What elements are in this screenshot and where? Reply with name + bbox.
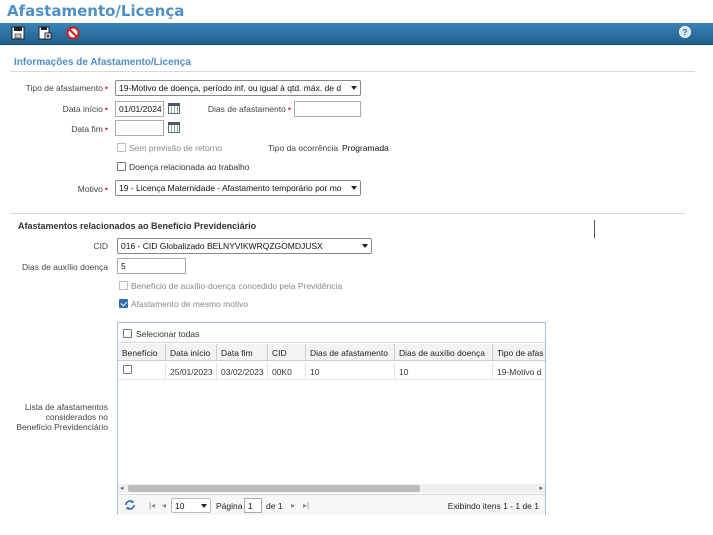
motivo-label: Motivo • (77, 184, 108, 194)
column-header[interactable]: Dias de afastamento (306, 344, 395, 361)
doenca-relacionada-checkbox[interactable] (117, 162, 126, 171)
table-cell: 10 (395, 362, 493, 380)
scroll-right-icon[interactable]: ▸ (539, 484, 543, 492)
table-cell: 03/02/2023 (217, 362, 268, 380)
data-inicio-label: Data início • (62, 104, 108, 114)
dias-auxilio-label: Dias de auxílio doença (21, 262, 108, 272)
chevron-down-icon (351, 186, 357, 190)
section-title-beneficio: Afastamentos relacionados ao Benefício P… (18, 221, 257, 231)
chevron-down-icon (201, 504, 207, 508)
column-header[interactable]: Benefício (118, 344, 166, 361)
horizontal-scrollbar[interactable]: ◂ ▸ (118, 484, 545, 493)
cid-select[interactable]: 016 - CID Globalizado BELNYVIKWRQZGOMDJU… (117, 238, 372, 254)
mesmo-motivo-checkbox[interactable] (119, 299, 128, 308)
grid-header: Benefício Data início Data fim CID Dias … (118, 344, 545, 361)
column-header[interactable]: Tipo de afas (493, 344, 545, 361)
dias-afastamento-input[interactable] (294, 101, 361, 117)
select-all-label: Selecionar todas (136, 329, 200, 339)
table-cell: 00K0 (268, 362, 306, 380)
page-title: Afastamento/Licença (7, 2, 185, 20)
save-as-icon[interactable] (38, 26, 54, 42)
column-header[interactable]: Dias de auxílio doença (395, 344, 493, 361)
table-cell: 19-Motivo d (497, 367, 542, 377)
page-label: Página (216, 501, 243, 511)
grid-toolbar: Selecionar todas (118, 323, 545, 343)
table-cell: 10 (306, 362, 395, 380)
sem-previsao-checkbox[interactable] (117, 143, 126, 152)
select-all-checkbox[interactable] (123, 329, 132, 338)
column-header[interactable]: Data início (166, 344, 217, 361)
last-page-icon[interactable]: ▸| (303, 501, 309, 510)
divider-vertical (594, 220, 595, 238)
table-row[interactable]: 25/01/2023 03/02/2023 00K0 10 10 19-Moti… (118, 362, 545, 380)
pager-status: Exibindo itens 1 - 1 de 1 (447, 501, 539, 511)
grid-pager: |◂ ◂ 10 Página 1 de 1 ▸ ▸| Exibindo iten… (118, 494, 545, 515)
dias-auxilio-input[interactable]: 5 (117, 258, 186, 274)
page-total-label: de 1 (266, 501, 283, 511)
calendar-icon[interactable] (168, 103, 180, 114)
tipo-afastamento-label: Tipo de afastamento • (25, 83, 108, 93)
next-page-icon[interactable]: ▸ (291, 501, 295, 510)
doenca-relacionada-label: Doença relacionada ao trabalho (129, 162, 250, 172)
help-icon[interactable]: ? (679, 26, 695, 42)
section-title-afastamento: Informações de Afastamento/Licença (14, 57, 191, 68)
chevron-down-icon (351, 86, 357, 90)
column-header[interactable]: CID (268, 344, 306, 361)
mesmo-motivo-label: Afastamento de mesmo motivo (131, 299, 249, 309)
motivo-select[interactable]: 19 - Licença Maternidade - Afastamento t… (115, 180, 361, 196)
row-checkbox[interactable] (123, 365, 132, 374)
page-number-input[interactable]: 1 (244, 498, 262, 513)
data-inicio-input[interactable]: 01/01/2024 (115, 101, 164, 117)
calendar-icon[interactable] (168, 122, 180, 133)
tipo-afastamento-select[interactable]: 19-Motivo de doença, período inf. ou igu… (115, 80, 361, 96)
chevron-down-icon (362, 244, 368, 248)
data-fim-label: Data fim • (71, 124, 108, 134)
column-header[interactable]: Data fim (217, 344, 268, 361)
data-fim-input[interactable] (115, 120, 164, 136)
dias-afastamento-label: Dias de afastamento • (207, 104, 291, 114)
scroll-left-icon[interactable]: ◂ (120, 484, 124, 492)
refresh-icon[interactable] (124, 499, 136, 513)
toolbar: ? (0, 23, 713, 45)
divider (10, 213, 685, 214)
table-cell (118, 362, 166, 380)
first-page-icon[interactable]: |◂ (149, 501, 155, 510)
tipo-ocorrencia-label: Tipo da ocorrência (268, 143, 339, 153)
cancel-icon[interactable] (66, 26, 82, 42)
svg-text:?: ? (683, 28, 688, 37)
lista-afastamentos-label: Lista de afastamentos considerados no Be… (16, 402, 108, 432)
beneficio-concedido-label: Benefício de auxílio-doença concedido pe… (131, 281, 343, 291)
sem-previsao-label: Sem previsão de retorno (129, 143, 223, 153)
tipo-ocorrencia-value: Programada (342, 143, 389, 153)
table-cell: 25/01/2023 (166, 362, 217, 380)
cid-label: CID (93, 241, 108, 251)
prev-page-icon[interactable]: ◂ (162, 501, 166, 510)
divider (10, 71, 695, 72)
save-icon[interactable] (11, 26, 27, 42)
scrollbar-thumb[interactable] (128, 485, 420, 492)
page-size-select[interactable]: 10 (171, 498, 211, 513)
beneficio-concedido-checkbox[interactable] (119, 281, 128, 290)
afastamentos-grid: Selecionar todas Benefício Data início D… (117, 322, 546, 515)
